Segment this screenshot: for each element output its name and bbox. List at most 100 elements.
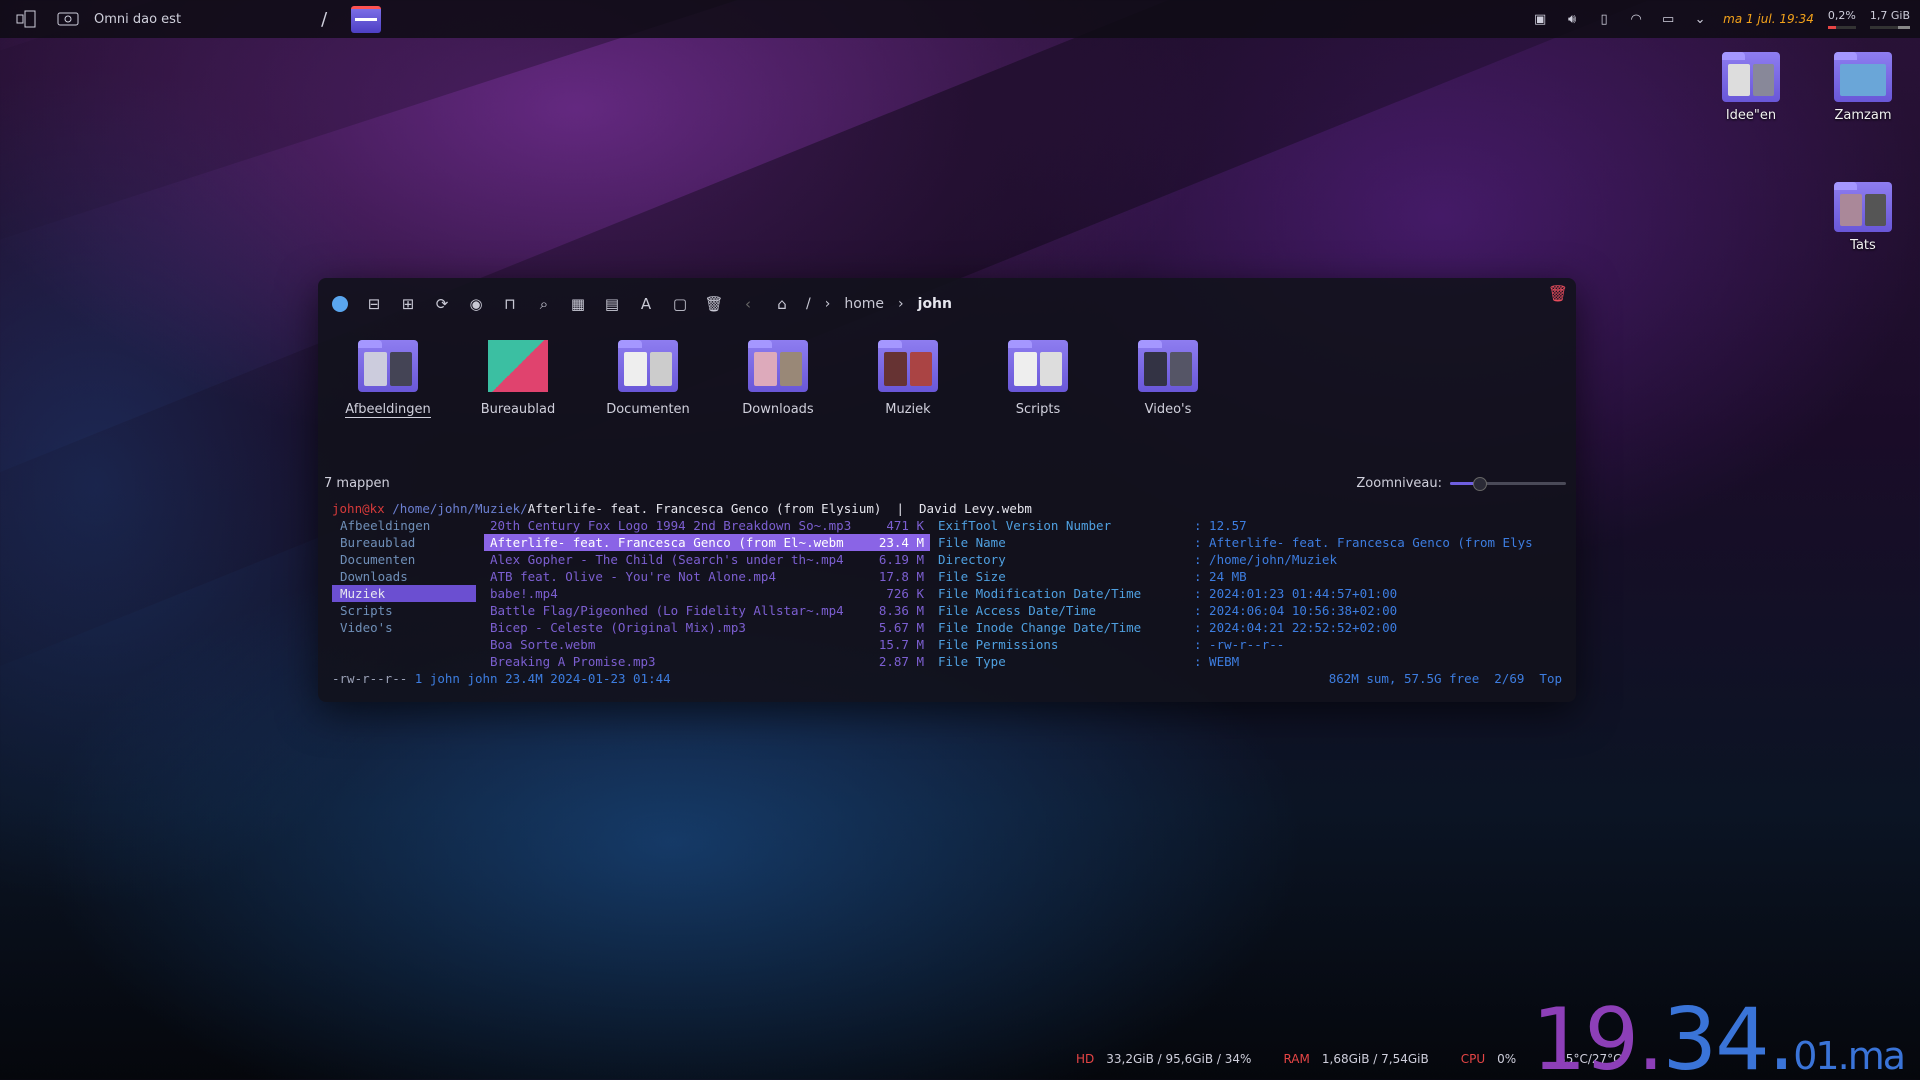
ranger-dir-item[interactable]: Bureaublad — [332, 534, 476, 551]
exif-key: File Permissions — [938, 637, 1059, 652]
desktop-clock: 19.34.01.ma — [1532, 990, 1906, 1080]
phone-icon[interactable]: ▯ — [1595, 10, 1613, 28]
window-title: Omni dao est — [94, 11, 182, 27]
volume-icon[interactable]: 🔊︎ — [1563, 10, 1581, 28]
ranger-file-item[interactable]: Alex Gopher - The Child (Search's under … — [484, 551, 930, 568]
bookmark-icon[interactable]: ⊓ — [500, 294, 520, 314]
file-name: Breaking A Promise.mp3 — [490, 654, 656, 669]
battery-icon[interactable]: ▭ — [1659, 10, 1677, 28]
exif-row: Directory: /home/john/Muziek — [938, 551, 1562, 568]
ranger-file-item[interactable]: Afterlife- feat. Francesca Genco (from E… — [484, 534, 930, 551]
panel-clock[interactable]: ma 1 jul. 19:34 — [1723, 12, 1814, 26]
folder-label: Muziek — [885, 402, 931, 417]
cpu-load: 0,2% — [1827, 9, 1856, 22]
ranger-dir-item[interactable]: Scripts — [332, 602, 476, 619]
breadcrumb-home[interactable]: home — [844, 296, 884, 312]
ranger-file-item[interactable]: Breaking A Promise.mp3 2.87 M — [484, 653, 930, 670]
file-size: 726 K — [886, 586, 924, 601]
folder-label: Bureaublad — [480, 402, 556, 417]
ranger-file-item[interactable]: Boa Sorte.webm 15.7 M — [484, 636, 930, 653]
breadcrumb-current[interactable]: john — [918, 296, 952, 312]
ranger-file-item[interactable]: Bicep - Celeste (Original Mix).mp3 5.67 M — [484, 619, 930, 636]
desktop-icon-zamzam[interactable]: Zamzam — [1818, 52, 1908, 123]
hd-value: 33,2GiB / 95,6GiB / 34% — [1106, 1052, 1252, 1066]
hd-label: HD — [1076, 1052, 1095, 1066]
exif-value: : 2024:06:04 10:56:38+02:00 — [1194, 603, 1398, 618]
search-icon[interactable]: ⌕ — [534, 294, 554, 314]
exif-value: : -rw-r--r-- — [1194, 637, 1285, 652]
exif-row: File Size: 24 MB — [938, 568, 1562, 585]
chevron-right-icon: › — [898, 296, 904, 312]
ranger-parent-column: Afbeeldingen Bureaublad Documenten Download… — [332, 517, 476, 636]
details-view-icon[interactable]: ▤ — [602, 294, 622, 314]
file-name: ATB feat. Olive - You're Not Alone.mp4 — [490, 569, 776, 584]
exif-row: File Access Date/Time: 2024:06:04 10:56:… — [938, 602, 1562, 619]
split-view-icon[interactable]: ⊟ — [364, 294, 384, 314]
network-icon[interactable]: ◠ — [1627, 10, 1645, 28]
folder-documenten[interactable]: Documenten — [604, 340, 692, 430]
chevron-down-icon[interactable]: ⌄ — [1691, 10, 1709, 28]
exif-value: : 12.57 — [1194, 518, 1247, 533]
back-icon[interactable]: ‹ — [738, 294, 758, 314]
trash-icon[interactable]: 🗑︎ — [704, 294, 724, 314]
exif-row: File Modification Date/Time: 2024:01:23 … — [938, 585, 1562, 602]
ranger-file-column: 20th Century Fox Logo 1994 2nd Breakdown… — [484, 517, 930, 670]
terminal-ranger[interactable]: john@kx /home/john/Muziek/Afterlife- fea… — [332, 500, 1562, 694]
desktop-icon-tats[interactable]: Tats — [1818, 182, 1908, 253]
exif-row: ExifTool Version Number : 12.57 — [938, 517, 1562, 534]
file-size: 8.36 M — [878, 603, 924, 618]
exif-value: : WEBM — [1194, 654, 1240, 669]
clock-seconds: 01. — [1793, 1034, 1849, 1078]
cpu-label: CPU — [1460, 1052, 1486, 1066]
folder-bureaublad[interactable]: Bureaublad — [474, 340, 562, 430]
ranger-dir-item[interactable]: Afbeeldingen — [332, 517, 476, 534]
exif-key: ExifTool Version Number — [938, 518, 1112, 533]
exif-row: File Type: WEBM — [938, 653, 1562, 670]
new-file-icon[interactable]: ▢ — [670, 294, 690, 314]
task-app-icon[interactable] — [351, 5, 382, 33]
footer-meta: 1 john john 23.4M 2024-01-23 01:44 — [407, 671, 671, 686]
zoom-control: Zoomniveau: — [1356, 476, 1566, 491]
clipboard-icon[interactable]: ▣ — [1531, 10, 1549, 28]
folder-downloads[interactable]: Downloads — [734, 340, 822, 430]
folder-label: Downloads — [742, 402, 814, 417]
folder-icon — [1722, 52, 1780, 102]
folder-afbeeldingen[interactable]: Afbeeldingen — [344, 340, 432, 430]
zoom-slider[interactable] — [1450, 476, 1566, 491]
exif-row: File Permissions : -rw-r--r-- — [938, 636, 1562, 653]
screenshot-icon[interactable] — [56, 7, 80, 31]
ranger-file-item[interactable]: babe!.mp4 726 K — [484, 585, 930, 602]
file-name: babe!.mp4 — [490, 586, 558, 601]
breadcrumb-root[interactable]: / — [806, 296, 811, 312]
file-name: Alex Gopher - The Child (Search's under … — [490, 552, 844, 567]
preview-icon[interactable]: ◉ — [466, 294, 486, 314]
folder-icon — [618, 340, 678, 392]
icons-view-icon[interactable]: ▦ — [568, 294, 588, 314]
ranger-dir-item[interactable]: Muziek — [332, 585, 476, 602]
ranger-file-item[interactable]: Battle Flag/Pigeonhed (Lo Fidelity Allst… — [484, 602, 930, 619]
clock-minutes: 34. — [1662, 990, 1795, 1080]
folder-muziek[interactable]: Muziek — [864, 340, 952, 430]
ranger-dir-item[interactable]: Downloads — [332, 568, 476, 585]
refresh-icon[interactable]: ⟳ — [432, 294, 452, 314]
empty-trash-icon[interactable]: 🗑︎ — [1548, 284, 1568, 303]
top-panel: Omni dao est / ▣ 🔊︎ ▯ ◠ ▭ ⌄ ma 1 jul. 19… — [0, 0, 1920, 38]
home-icon[interactable]: ⌂ — [772, 294, 792, 314]
cpu-monitor: 0,2% — [1827, 9, 1856, 29]
exif-value: : 2024:04:21 22:52:52+02:00 — [1194, 620, 1398, 635]
folder-icon — [1138, 340, 1198, 392]
mem-used: 1,7 GiB — [1869, 9, 1910, 22]
ranger-file-item[interactable]: ATB feat. Olive - You're Not Alone.mp4 17… — [484, 568, 930, 585]
ranger-file-item[interactable]: 20th Century Fox Logo 1994 2nd Breakdown… — [484, 517, 930, 534]
folder-scripts[interactable]: Scripts — [994, 340, 1082, 430]
ranger-dir-item[interactable]: Video's — [332, 619, 476, 636]
folder-videos[interactable]: Video's — [1124, 340, 1212, 430]
panel-icon[interactable]: ⊞ — [398, 294, 418, 314]
layout-icon[interactable] — [14, 7, 38, 31]
desktop-icon-ideeen[interactable]: Idee"en — [1706, 52, 1796, 123]
zoom-slider-handle[interactable] — [1473, 476, 1487, 491]
file-name: 20th Century Fox Logo 1994 2nd Breakdown… — [490, 518, 852, 533]
rename-icon[interactable]: A — [636, 294, 656, 314]
menu-icon[interactable] — [332, 296, 348, 312]
ranger-dir-item[interactable]: Documenten — [332, 551, 476, 568]
